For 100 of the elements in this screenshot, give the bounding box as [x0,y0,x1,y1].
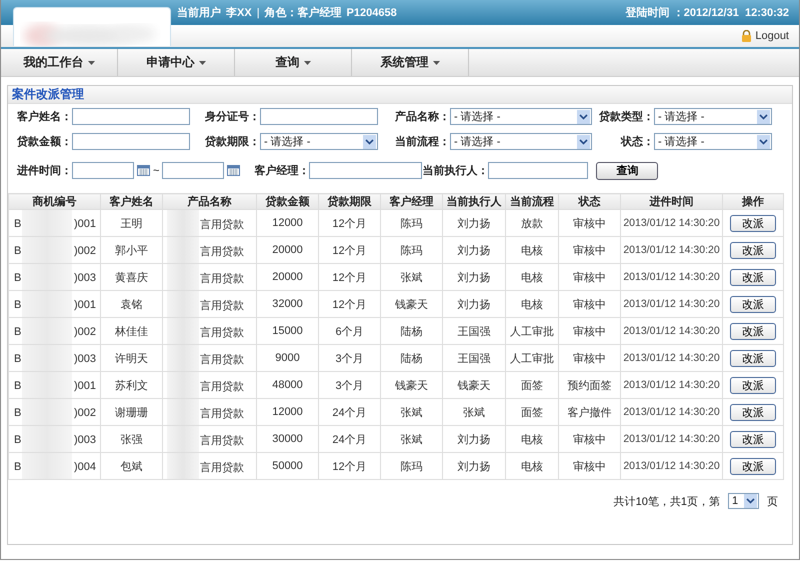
logout-link[interactable]: Logout [741,30,789,42]
input-field[interactable] [488,162,588,179]
select-field[interactable]: - 请选择 - [450,108,592,125]
redaction-mark [167,399,199,425]
reassign-button[interactable]: 改派 [730,322,776,340]
table-cell: 刘力扬 [458,298,490,310]
caret-icon [304,60,310,64]
separator: | [256,6,260,18]
calendar-icon[interactable] [227,165,240,176]
nav-menu-item[interactable]: 我的工作台 [1,49,118,76]
table-cell: 24个月 [332,406,367,418]
input-field[interactable] [260,108,378,125]
table-cell: B [14,353,22,365]
column-header: 当前流程 [506,194,558,210]
table-cell: 2013/01/12 14:30:20 [623,379,720,391]
table-cell: 刘力扬 [458,244,490,256]
redaction-mark [22,345,72,371]
redaction-mark [22,426,72,452]
column-header: 进件时间 [620,194,722,210]
input-field[interactable] [309,162,422,179]
redaction-mark [22,264,72,290]
range-separator: ~ [153,164,160,176]
table-cell: 2013/01/12 14:30:20 [623,406,720,418]
select-field[interactable]: - 请选择 - [260,133,378,150]
column-header: 贷款金额 [256,194,318,210]
reassign-button[interactable]: 改派 [730,296,776,312]
table-cell: 电核 [521,244,543,256]
field-label: 贷款类型： [598,110,654,124]
input-field[interactable] [72,133,190,150]
reassign-button[interactable]: 改派 [730,242,776,258]
select-field[interactable]: - 请选择 - [654,133,772,150]
table-cell: 15000 [272,325,303,337]
table-cell: 谢珊珊 [115,406,148,418]
pagination-summary: 共计10笔，共1页，第 [614,494,720,508]
table-cell: B [14,218,22,230]
input-field[interactable] [72,108,190,125]
search-button[interactable]: 查询 [596,162,658,180]
select-field[interactable]: - 请选择 - [450,133,592,150]
role-text: 角色：客户经理 [264,6,342,20]
table-cell: 2013/01/12 14:30:20 [623,244,720,256]
redaction-mark [167,237,199,263]
table-cell: 预约面签 [568,380,612,392]
column-header: 商机编号 [8,194,100,210]
table-cell: 放款 [521,218,543,230]
table-cell: 48000 [272,379,303,391]
field-label: 状态： [620,134,654,149]
table-cell: 12个月 [332,298,367,310]
calendar-icon[interactable] [137,165,150,176]
user-label: 当前用户 [177,6,221,20]
table-cell-text: 言用贷款 [200,460,244,475]
reassign-button[interactable]: 改派 [730,268,776,286]
reassign-button[interactable]: 改派 [730,458,776,474]
redaction-mark [167,372,199,398]
table-cell: B [14,326,22,338]
table-cell: )001 [74,218,96,230]
table-cell: 32000 [272,298,303,310]
table-cell: 3个月 [335,352,364,364]
table-cell: 12个月 [332,272,367,284]
table-cell: 张斌 [400,272,422,284]
nav-menu-item[interactable]: 申请中心 [118,49,235,76]
nav-menu-item[interactable]: 系统管理 [352,49,469,76]
nav-menu-item[interactable]: 查询 [235,49,352,76]
table-cell-text: 言用贷款 [200,326,244,340]
table-cell: )001 [74,380,96,392]
table-cell: 刘力扬 [458,434,490,446]
reassign-button[interactable]: 改派 [730,350,776,366]
field-label: 进件时间： [16,164,72,178]
table-cell: 2013/01/12 14:30:20 [623,271,720,283]
reassign-button[interactable]: 改派 [730,214,776,232]
table-cell: 50000 [272,460,303,472]
reassign-button[interactable]: 改派 [730,404,776,420]
table-cell: 审核中 [573,218,606,230]
redaction-mark [22,399,72,425]
redaction-mark [167,210,199,236]
table-cell: 20000 [272,244,303,256]
column-header: 当前执行人 [442,194,506,210]
table-cell: )002 [74,245,96,257]
redaction-mark [22,318,72,344]
table-cell-text: 言用贷款 [200,380,244,394]
table-cell: 12个月 [332,244,367,256]
table-cell: 电核 [521,434,543,446]
date-field[interactable] [162,162,224,179]
field-label: 产品名称： [394,110,450,124]
login-time: 登陆时间 ：2012/12/31 12:30:32 [626,6,789,20]
table-cell: 人工审批 [510,326,554,338]
redaction-mark [22,210,72,236]
table-cell: 电核 [521,272,543,284]
table-cell: 王明 [120,218,142,230]
table-cell: 6个月 [335,326,364,338]
table-cell: B [14,407,22,419]
page-select[interactable]: 1 [728,493,759,509]
reassign-button[interactable]: 改派 [730,376,776,394]
reassign-button[interactable]: 改派 [730,430,776,448]
select-field[interactable]: - 请选择 - [654,108,772,125]
date-field[interactable] [72,162,134,179]
redaction-mark [167,453,199,479]
redaction-mark [167,345,199,371]
user-code: P1204658 [346,6,397,18]
column-header: 状态 [558,194,620,210]
field-label: 身分证号： [204,110,260,124]
